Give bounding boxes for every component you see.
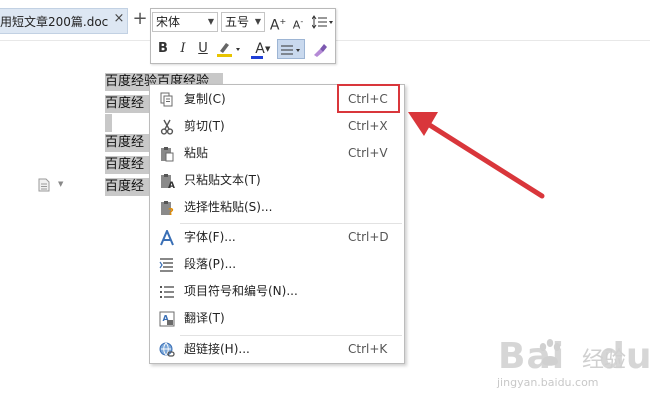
grow-font-button[interactable]: A+: [269, 12, 287, 34]
hyperlink-icon: [159, 342, 175, 357]
chevron-down-icon: ▼: [207, 17, 214, 26]
close-tab-icon[interactable]: ×: [111, 11, 127, 27]
menu-item-shortcut: Ctrl+V: [348, 146, 388, 160]
doc-line-3-gap: [112, 114, 150, 132]
menu-item-shortcut: Ctrl+K: [348, 342, 388, 356]
paragraph-options-icon[interactable]: [38, 178, 50, 192]
mini-format-toolbar: 宋体 ▼ 五号 ▼ A+ A- B I U A ▼: [150, 8, 336, 64]
document-tab-title[interactable]: 用短文章200篇.doc: [0, 13, 108, 30]
menu-item-label: 复制(C): [184, 92, 226, 106]
menu-item-shortcut: Ctrl+X: [348, 119, 388, 133]
align-button[interactable]: [277, 39, 305, 59]
menu-item-cut[interactable]: 剪切(T) Ctrl+X: [150, 114, 404, 139]
menu-item-translate[interactable]: A 翻译(T): [150, 306, 404, 331]
bullets-icon: [160, 286, 174, 298]
translate-icon: A: [159, 311, 175, 327]
line-spacing-icon: [311, 14, 333, 29]
font-color-button[interactable]: A ▼: [247, 39, 273, 59]
font-size-value: 五号: [225, 15, 250, 29]
font-color-icon: A: [255, 41, 265, 57]
chevron-down-icon: ▼: [254, 17, 261, 26]
menu-separator: [180, 223, 402, 224]
watermark-brand: Bai du: [498, 336, 650, 377]
menu-item-paste-special[interactable]: ? 选择性粘贴(S)...: [150, 195, 404, 220]
paste-icon: [161, 147, 174, 162]
baidu-paw-icon: [539, 339, 561, 366]
menu-item-label: 粘贴: [184, 146, 209, 160]
annotation-arrow-icon: [408, 112, 545, 199]
watermark-url: jingyan.baidu.com: [497, 376, 599, 389]
menu-item-label: 只粘贴文本(T): [184, 173, 261, 187]
menu-item-bullets-numbering[interactable]: 项目符号和编号(N)...: [150, 279, 404, 304]
doc-line-4[interactable]: 百度经: [105, 134, 150, 152]
menu-item-label: 段落(P)...: [184, 257, 237, 271]
menu-item-label: 字体(F)...: [184, 230, 236, 244]
shrink-font-superscript: -: [300, 17, 304, 26]
font-size-select[interactable]: 五号 ▼: [221, 12, 265, 32]
line-spacing-button[interactable]: [310, 12, 335, 32]
menu-item-label: 翻译(T): [184, 311, 225, 325]
italic-button[interactable]: I: [175, 39, 191, 59]
paragraph-icon: [159, 258, 173, 272]
svg-text:A: A: [168, 181, 175, 189]
doc-line-6[interactable]: 百度经: [105, 178, 150, 196]
context-menu: 复制(C) Ctrl+C 剪切(T) Ctrl+X 粘贴 Ctrl+V A 只粘…: [149, 84, 405, 364]
grow-font-icon: A: [269, 17, 280, 34]
menu-item-paragraph[interactable]: 段落(P)...: [150, 252, 404, 277]
scissors-icon: [160, 119, 174, 135]
copy-icon: [160, 92, 173, 107]
svg-text:?: ?: [168, 207, 174, 216]
annotation-highlight-box: [337, 84, 400, 113]
font-icon: [160, 230, 174, 246]
doc-line-2[interactable]: 百度经: [105, 95, 150, 113]
font-name-select[interactable]: 宋体 ▼: [152, 12, 218, 32]
menu-item-shortcut: Ctrl+D: [348, 230, 389, 244]
chevron-down-icon[interactable]: ▼: [58, 180, 63, 188]
format-painter-button[interactable]: [309, 39, 331, 59]
menu-item-hyperlink[interactable]: 超链接(H)... Ctrl+K: [150, 337, 404, 362]
format-painter-icon: [314, 43, 327, 57]
align-justify-icon: [281, 45, 300, 54]
paste-text-icon: A: [161, 174, 175, 189]
menu-item-label: 剪切(T): [184, 119, 225, 133]
menu-item-paste-text-only[interactable]: A 只粘贴文本(T): [150, 168, 404, 193]
menu-separator: [180, 335, 402, 336]
chevron-down-icon: ▼: [265, 45, 271, 53]
underline-button[interactable]: U: [195, 39, 211, 59]
font-color-swatch: [251, 56, 263, 59]
watermark-cn-text: 经验: [582, 348, 627, 373]
shrink-font-button[interactable]: A-: [290, 12, 306, 32]
menu-item-font[interactable]: 字体(F)... Ctrl+D: [150, 225, 404, 250]
highlight-color-button[interactable]: [215, 39, 243, 59]
grow-font-superscript: +: [279, 17, 287, 26]
new-tab-icon[interactable]: +: [132, 10, 148, 28]
menu-item-paste[interactable]: 粘贴 Ctrl+V: [150, 141, 404, 166]
bold-button[interactable]: B: [155, 39, 171, 59]
paste-special-icon: ?: [161, 201, 174, 216]
menu-item-label: 超链接(H)...: [184, 342, 250, 356]
menu-item-label: 项目符号和编号(N)...: [184, 284, 298, 298]
menu-item-label: 选择性粘贴(S)...: [184, 200, 273, 214]
highlighter-icon: [217, 42, 240, 57]
doc-line-5[interactable]: 百度经: [105, 156, 150, 174]
font-name-value: 宋体: [156, 15, 181, 29]
